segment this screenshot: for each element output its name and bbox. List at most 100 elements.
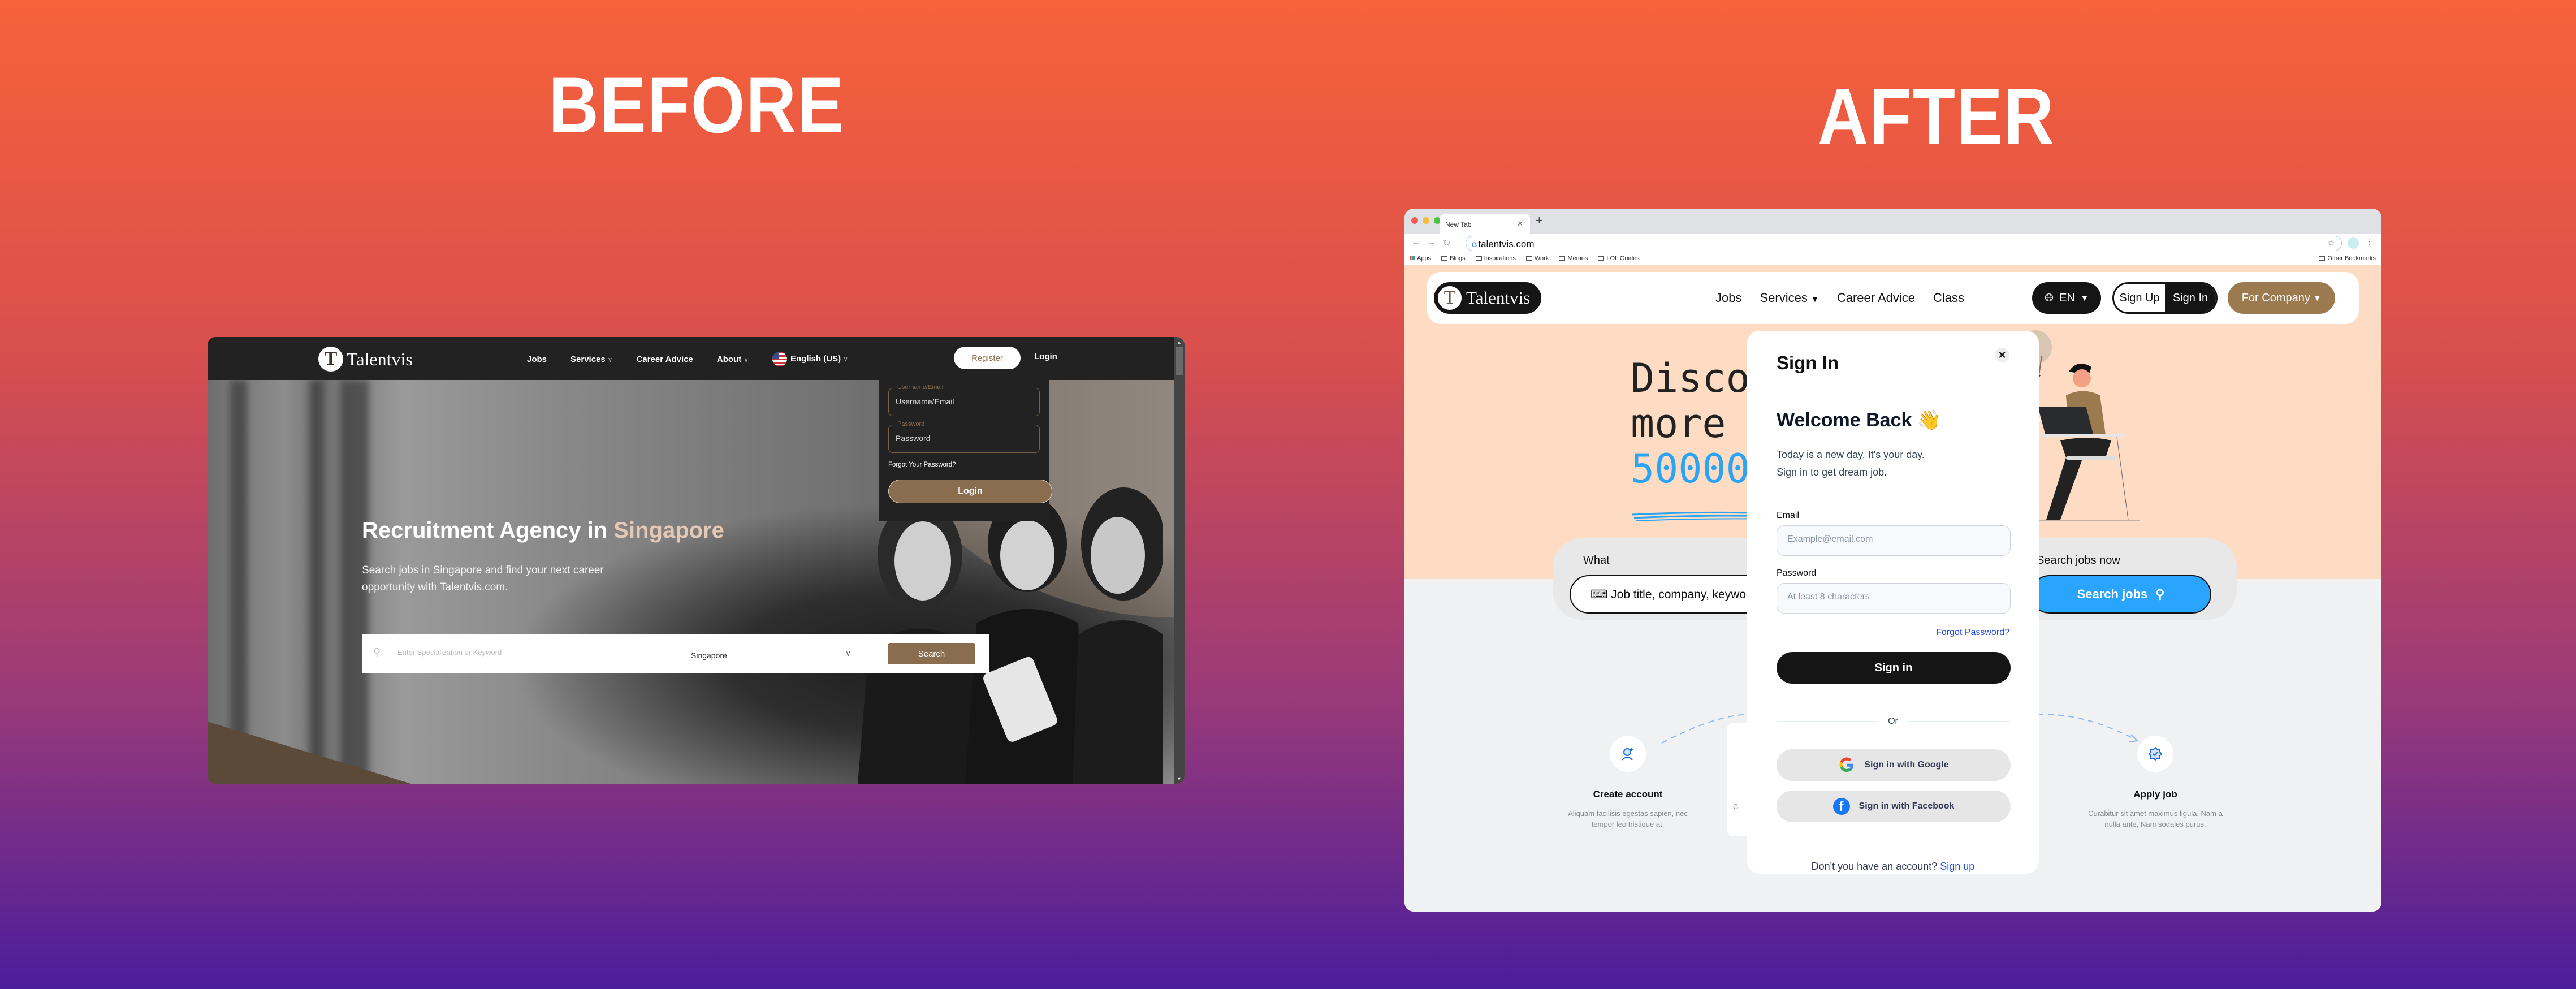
- new-tab-button[interactable]: +: [1536, 213, 1543, 228]
- email-field[interactable]: Example@email.com: [1777, 525, 2011, 556]
- keyboard-icon: ⌨︎: [1590, 588, 1608, 601]
- chevron-down-icon: ∨: [607, 355, 613, 364]
- sign-up-link[interactable]: Sign up: [1940, 861, 1974, 872]
- language-label: English (US): [790, 353, 841, 364]
- job-keyword-input[interactable]: ⌨︎ Job title, company, keywords: [1570, 575, 1773, 614]
- scroll-up-icon[interactable]: ▲: [1177, 339, 1182, 345]
- username-field[interactable]: Username/Email Username/Email: [888, 384, 1040, 416]
- sign-in-modal: Sign In × Welcome Back 👋 Today is a new …: [1747, 331, 2039, 874]
- more-menu-icon[interactable]: ⋮: [2366, 237, 2374, 247]
- step-icon-circle: [1610, 736, 1646, 772]
- google-sign-in-button[interactable]: Sign in with Google: [1777, 749, 2011, 781]
- globe-icon: 🌐︎: [2045, 291, 2054, 304]
- bookmark-star-icon[interactable]: ☆: [2327, 238, 2335, 248]
- hero-line-2: more: [1631, 400, 1726, 447]
- logo[interactable]: T Talentvis: [1434, 282, 1541, 314]
- step-apply-job: Apply job Curabitur sit amet maximus lig…: [2085, 736, 2226, 830]
- folder-icon: [1598, 256, 1605, 261]
- forgot-password-link[interactable]: Forgot Password?: [1777, 628, 2009, 638]
- bookmark-apps[interactable]: Apps: [1410, 255, 1431, 262]
- nav-about-label: About: [716, 354, 742, 364]
- back-icon[interactable]: ←: [1411, 237, 1420, 249]
- url-input[interactable]: Gtalentvis.com ☆: [1466, 236, 2342, 251]
- divider-line: [1908, 721, 2009, 722]
- google-button-label: Sign in with Google: [1864, 760, 1949, 770]
- nav-career-advice[interactable]: Career Advice: [637, 355, 693, 364]
- nav-class[interactable]: Class: [1933, 291, 1964, 305]
- close-tab-icon[interactable]: ✕: [1517, 219, 1523, 228]
- divider-line: [1777, 721, 1878, 722]
- apps-grid-icon: [1410, 256, 1415, 260]
- facebook-button-label: Sign in with Facebook: [1858, 801, 1955, 811]
- keyword-input[interactable]: Enter Specialization or Keyword: [397, 648, 502, 657]
- bookmark-label: Blogs: [1450, 255, 1466, 262]
- nav-services[interactable]: Services ∨: [570, 355, 613, 364]
- close-icon[interactable]: ×: [1995, 348, 2009, 362]
- step-icon-circle: [2137, 736, 2173, 772]
- nav-career-advice[interactable]: Career Advice: [1837, 291, 1915, 305]
- facebook-sign-in-button[interactable]: f Sign in with Facebook: [1777, 791, 2011, 822]
- search-icon: ⚲: [373, 646, 381, 658]
- forward-icon[interactable]: →: [1427, 237, 1436, 249]
- search-icon: ⚲: [2155, 587, 2165, 601]
- sign-up-button[interactable]: Sign Up: [2114, 284, 2165, 312]
- browser-window: New Tab ✕ + ← → ↻ Gtalentvis.com ☆ ⋮ App…: [1404, 209, 2381, 912]
- profile-avatar[interactable]: [2348, 237, 2359, 249]
- bookmark-work[interactable]: Work: [1525, 255, 1549, 262]
- email-label: Email: [1777, 511, 1800, 520]
- scroll-down-icon[interactable]: ▼: [1177, 776, 1182, 781]
- before-screenshot: T Talentvis Jobs Services ∨ Career Advice…: [208, 337, 1185, 784]
- forgot-password-link[interactable]: Forgot Your Password?: [888, 461, 1040, 468]
- bookmark-blogs[interactable]: Blogs: [1441, 255, 1466, 262]
- hero-line-3: 50000: [1631, 446, 1750, 492]
- reload-icon[interactable]: ↻: [1443, 237, 1450, 249]
- chevron-down-icon: ∨: [744, 355, 749, 364]
- bookmark-memes[interactable]: Memes: [1559, 255, 1588, 262]
- nav-menu: Jobs Services ▼ Career Advice Class: [1715, 291, 1964, 305]
- location-select[interactable]: Singapore: [691, 651, 727, 660]
- close-window-button[interactable]: [1411, 217, 1418, 224]
- chevron-down-icon[interactable]: ∨: [845, 649, 851, 658]
- sign-in-button[interactable]: Sign In: [2165, 284, 2216, 312]
- step-middle-text-fragment: C: [1733, 802, 1739, 811]
- bookmark-label: Other Bookmarks: [2327, 255, 2376, 262]
- sign-in-submit-button[interactable]: Sign in: [1777, 652, 2011, 684]
- welcome-heading: Welcome Back 👋: [1777, 409, 1942, 431]
- folder-icon: [1475, 256, 1482, 261]
- search-jobs-button[interactable]: Search jobs ⚲: [2030, 575, 2211, 614]
- register-button[interactable]: Register: [954, 347, 1021, 369]
- or-divider: Or: [1777, 716, 2009, 727]
- page-viewport: T Talentvis Jobs Services ▼ Career Advic…: [1404, 265, 2381, 912]
- folder-icon: [2319, 256, 2326, 261]
- language-selector[interactable]: English (US) ∨: [772, 352, 848, 366]
- bookmark-lol-guides[interactable]: LOL Guides: [1598, 255, 1640, 262]
- minimize-window-button[interactable]: [1423, 217, 1429, 224]
- other-bookmarks[interactable]: Other Bookmarks: [2319, 255, 2376, 262]
- scrollbar[interactable]: ▲ ▼: [1174, 337, 1185, 784]
- password-field[interactable]: Password Password: [888, 421, 1040, 453]
- address-bar-row: ← → ↻ Gtalentvis.com ☆ ⋮: [1404, 234, 2381, 253]
- hero-line-1: Disco: [1631, 355, 1750, 401]
- nav-jobs[interactable]: Jobs: [527, 355, 547, 364]
- nav-jobs[interactable]: Jobs: [1715, 291, 1741, 305]
- password-field[interactable]: At least 8 characters: [1777, 583, 2011, 614]
- browser-tab[interactable]: New Tab ✕: [1440, 214, 1530, 234]
- search-button[interactable]: Search: [888, 643, 975, 664]
- password-label: Password: [1777, 568, 1817, 578]
- tab-title: New Tab: [1445, 221, 1472, 228]
- for-company-button[interactable]: For Company ▼: [2228, 282, 2335, 314]
- login-link[interactable]: Login: [1034, 352, 1057, 361]
- navbar: T Talentvis Jobs Services ▼ Career Advic…: [1427, 272, 2359, 324]
- google-icon: [1839, 757, 1854, 772]
- hero-subtitle: Search jobs in Singapore and find your n…: [362, 564, 604, 593]
- url-text: talentvis.com: [1478, 239, 1535, 249]
- language-selector[interactable]: 🌐︎ EN ▼: [2032, 282, 2101, 314]
- login-button[interactable]: Login: [888, 480, 1052, 503]
- facebook-icon: f: [1832, 798, 1850, 815]
- nav-services[interactable]: Services ▼: [1760, 291, 1818, 305]
- bookmark-inspirations[interactable]: Inspirations: [1475, 255, 1516, 262]
- logo[interactable]: T Talentvis: [318, 347, 413, 372]
- scrollbar-thumb[interactable]: [1176, 347, 1183, 375]
- bookmarks-bar: Apps Blogs Inspirations Work Memes LOL G…: [1404, 253, 2381, 265]
- nav-about[interactable]: About ∨: [717, 355, 749, 364]
